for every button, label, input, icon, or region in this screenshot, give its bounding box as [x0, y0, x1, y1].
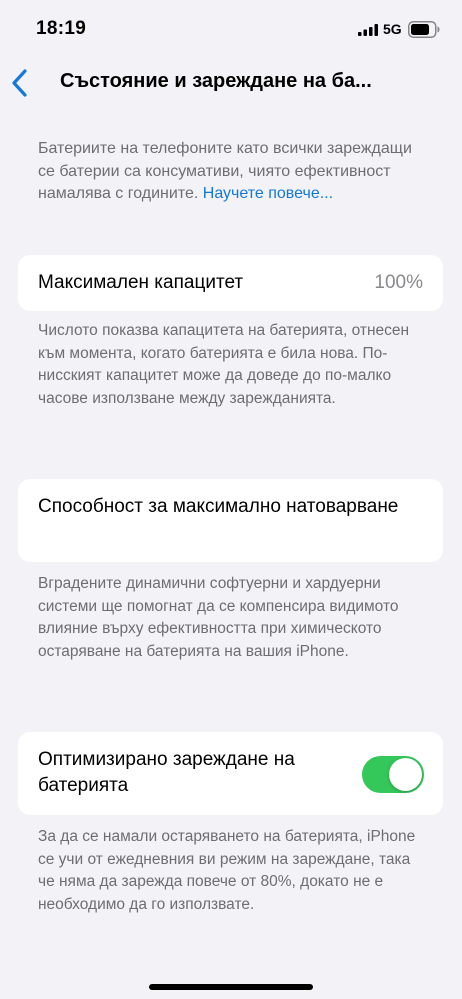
page-title: Състояние и зареждане на ба... [60, 70, 372, 92]
status-bar: 18:19 5G [0, 0, 462, 56]
learn-more-link[interactable]: Научете повече... [203, 185, 333, 202]
navigation-bar: Състояние и зареждане на ба... [0, 56, 462, 112]
peak-performance-footnote: Вградените динамични софтуерни и хардуер… [38, 575, 399, 660]
optimized-charging-label: Оптимизирано зареждане на батерията [38, 749, 295, 796]
back-button[interactable] [8, 66, 38, 100]
max-capacity-footnote: Числото показва капацитета на батерията,… [38, 322, 410, 407]
chevron-left-icon [12, 69, 27, 97]
optimized-charging-footnote: За да се намали остаряването на батерият… [38, 828, 416, 913]
home-indicator[interactable] [149, 984, 313, 990]
optimized-charging-toggle[interactable] [362, 756, 424, 793]
peak-performance-label: Способност за максимално натоварване [38, 496, 399, 517]
max-capacity-label: Максимален капацитет [38, 272, 244, 293]
cellular-signal-icon [358, 24, 378, 36]
toggle-knob [389, 758, 422, 791]
intro-text: Батериите на телефоните като всички заре… [38, 138, 418, 206]
max-capacity-value: 100% [374, 272, 423, 293]
optimized-charging-row: Оптимизирано зареждане на батерията [18, 732, 443, 815]
peak-performance-row[interactable]: Способност за максимално натоварване [18, 479, 443, 562]
max-capacity-row: Максимален капацитет 100% [18, 255, 443, 311]
status-time: 18:19 [36, 18, 87, 39]
battery-icon [408, 21, 440, 38]
network-type-label: 5G [383, 21, 402, 37]
